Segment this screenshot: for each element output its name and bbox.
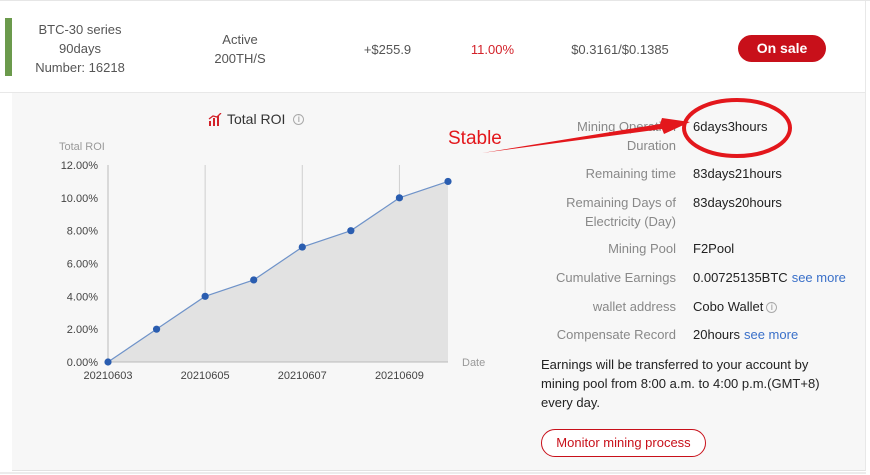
status-info: Active 200TH/S [185, 30, 295, 68]
electricity-label-line1: Remaining Days of [566, 195, 676, 210]
roi-chart: Total ROI Date 0.00% 2.00% 4.00% 6.00% 8.00% 10… [59, 141, 485, 382]
remaining-label: Remaining time [585, 166, 676, 181]
annotation-label: Stable [448, 128, 502, 149]
electricity-label: Remaining Days of Electricity (Day) [526, 193, 676, 231]
earnings-label: Cumulative Earnings [556, 270, 676, 285]
earnings-value: 0.00725135BTC [693, 270, 788, 285]
roi-value: 11.00% [470, 42, 515, 57]
on-sale-button[interactable]: On sale [738, 35, 826, 62]
status-label: Active [222, 32, 258, 47]
compensate-see-more-link[interactable]: see more [744, 327, 798, 342]
x-axis-title: Date [462, 357, 485, 369]
chart-title-label: Total ROI [227, 111, 286, 127]
earnings-value-group: 0.00725135BTC see more [693, 268, 846, 287]
mining-product-row[interactable]: BTC-30 series 90days Number: 16218 Activ… [0, 1, 866, 93]
data-point [444, 177, 452, 186]
y-tick-label: 12.00% [61, 160, 99, 172]
profit-value: +$255.9 [363, 42, 412, 57]
data-point [395, 194, 404, 202]
data-point [298, 243, 306, 251]
chart-bar-icon [208, 112, 222, 126]
roi-area [108, 181, 448, 362]
data-point [201, 292, 209, 300]
series-duration: 90days [59, 41, 101, 56]
y-tick-label: 2.00% [67, 324, 98, 336]
series-number: Number: 16218 [35, 60, 125, 75]
y-tick-label: 10.00% [61, 193, 99, 205]
wallet-value-group: Cobo Wallet i [693, 297, 778, 316]
operation-label-line1: Mining Operation [577, 119, 676, 134]
x-tick-label: 20210603 [84, 370, 133, 382]
y-axis-title: Total ROI [59, 141, 105, 153]
x-tick-label: 20210605 [181, 370, 230, 382]
y-tick-label: 0.00% [67, 357, 98, 369]
y-tick-label: 6.00% [67, 259, 98, 271]
series-name: BTC-30 series [38, 22, 122, 37]
chart-title: Total ROI i [208, 111, 305, 127]
compensate-label: Compensate Record [556, 327, 676, 342]
compensate-value-group: 20hours see more [693, 325, 798, 344]
y-tick-label: 8.00% [67, 226, 98, 238]
price-value: $0.3161/$0.1385 [571, 42, 669, 57]
operation-label: Mining Operation Duration [526, 117, 676, 155]
electricity-value: 83days20hours [693, 195, 782, 210]
series-info: BTC-30 series 90days Number: 16218 [20, 20, 140, 77]
monitor-mining-button[interactable]: Monitor mining process [541, 429, 706, 457]
electricity-label-line2: Electricity (Day) [584, 214, 676, 229]
data-point [104, 358, 112, 366]
data-point [152, 325, 161, 333]
earnings-notice: Earnings will be transferred to your acc… [541, 357, 820, 410]
operation-label-line2: Duration [626, 138, 676, 153]
wallet-value: Cobo Wallet [693, 299, 764, 314]
wallet-info-icon[interactable]: i [766, 302, 778, 313]
divider [0, 472, 866, 474]
hashrate: 200TH/S [214, 51, 266, 66]
data-point [347, 227, 355, 235]
info-icon[interactable]: i [293, 113, 305, 125]
x-tick-label: 20210607 [278, 370, 327, 382]
data-point [250, 276, 258, 284]
wallet-label: wallet address [592, 299, 676, 314]
x-tick-label: 20210609 [375, 370, 424, 382]
remaining-value: 83days21hours [693, 166, 782, 181]
operation-value: 6days3hours [693, 119, 768, 134]
pool-label: Mining Pool [608, 241, 676, 256]
earnings-see-more-link[interactable]: see more [792, 270, 846, 285]
y-tick-label: 4.00% [67, 291, 98, 303]
status-accent-bar [5, 18, 12, 76]
pool-value: F2Pool [693, 241, 735, 256]
compensate-value: 20hours [693, 327, 740, 342]
